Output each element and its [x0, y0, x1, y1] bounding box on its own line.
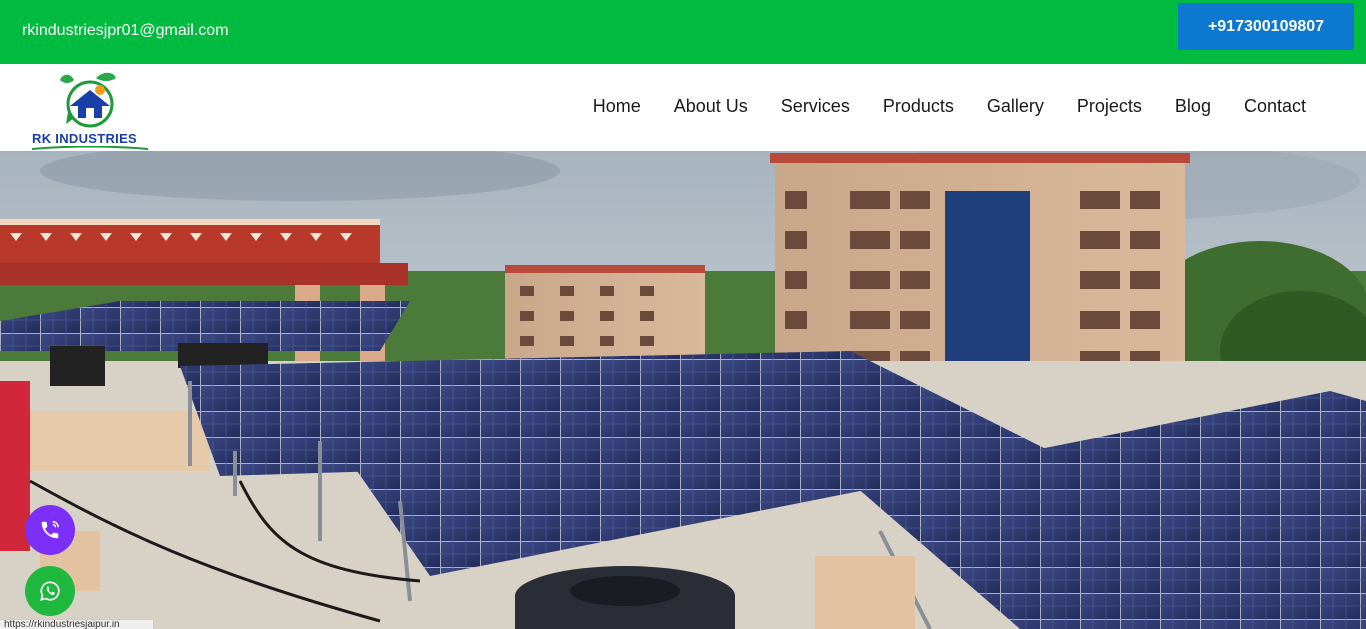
hero-banner: [0, 151, 1366, 629]
nav-home[interactable]: Home: [593, 96, 641, 117]
nav-about-us[interactable]: About Us: [674, 96, 748, 117]
nav-products[interactable]: Products: [883, 96, 954, 117]
solar-house-leaf-logo-icon: [60, 72, 116, 128]
whatsapp-button[interactable]: [25, 566, 75, 616]
brand-name: RK INDUSTRIES: [32, 131, 138, 146]
nav-projects[interactable]: Projects: [1077, 96, 1142, 117]
browser-status-url: https://rkindustriesjaipur.in: [0, 619, 154, 629]
nav-contact[interactable]: Contact: [1244, 96, 1306, 117]
phone-button[interactable]: +917300109807: [1178, 3, 1354, 50]
phone-call-icon: [41, 521, 59, 539]
nav-services[interactable]: Services: [781, 96, 850, 117]
site-logo[interactable]: RK INDUSTRIES: [30, 68, 150, 150]
nav-blog[interactable]: Blog: [1175, 96, 1211, 117]
primary-navigation: Home About Us Services Products Gallery …: [560, 96, 1306, 117]
top-contact-bar: rkindustriesjpr01@gmail.com +91730010980…: [0, 0, 1366, 64]
call-button[interactable]: [25, 505, 75, 555]
hero-solar-rooftop-image: [0, 151, 1366, 629]
nav-gallery[interactable]: Gallery: [987, 96, 1044, 117]
email-link[interactable]: rkindustriesjpr01@gmail.com: [22, 22, 229, 40]
main-header: RK INDUSTRIES Home About Us Services Pro…: [0, 64, 1366, 151]
whatsapp-icon: [40, 581, 60, 601]
